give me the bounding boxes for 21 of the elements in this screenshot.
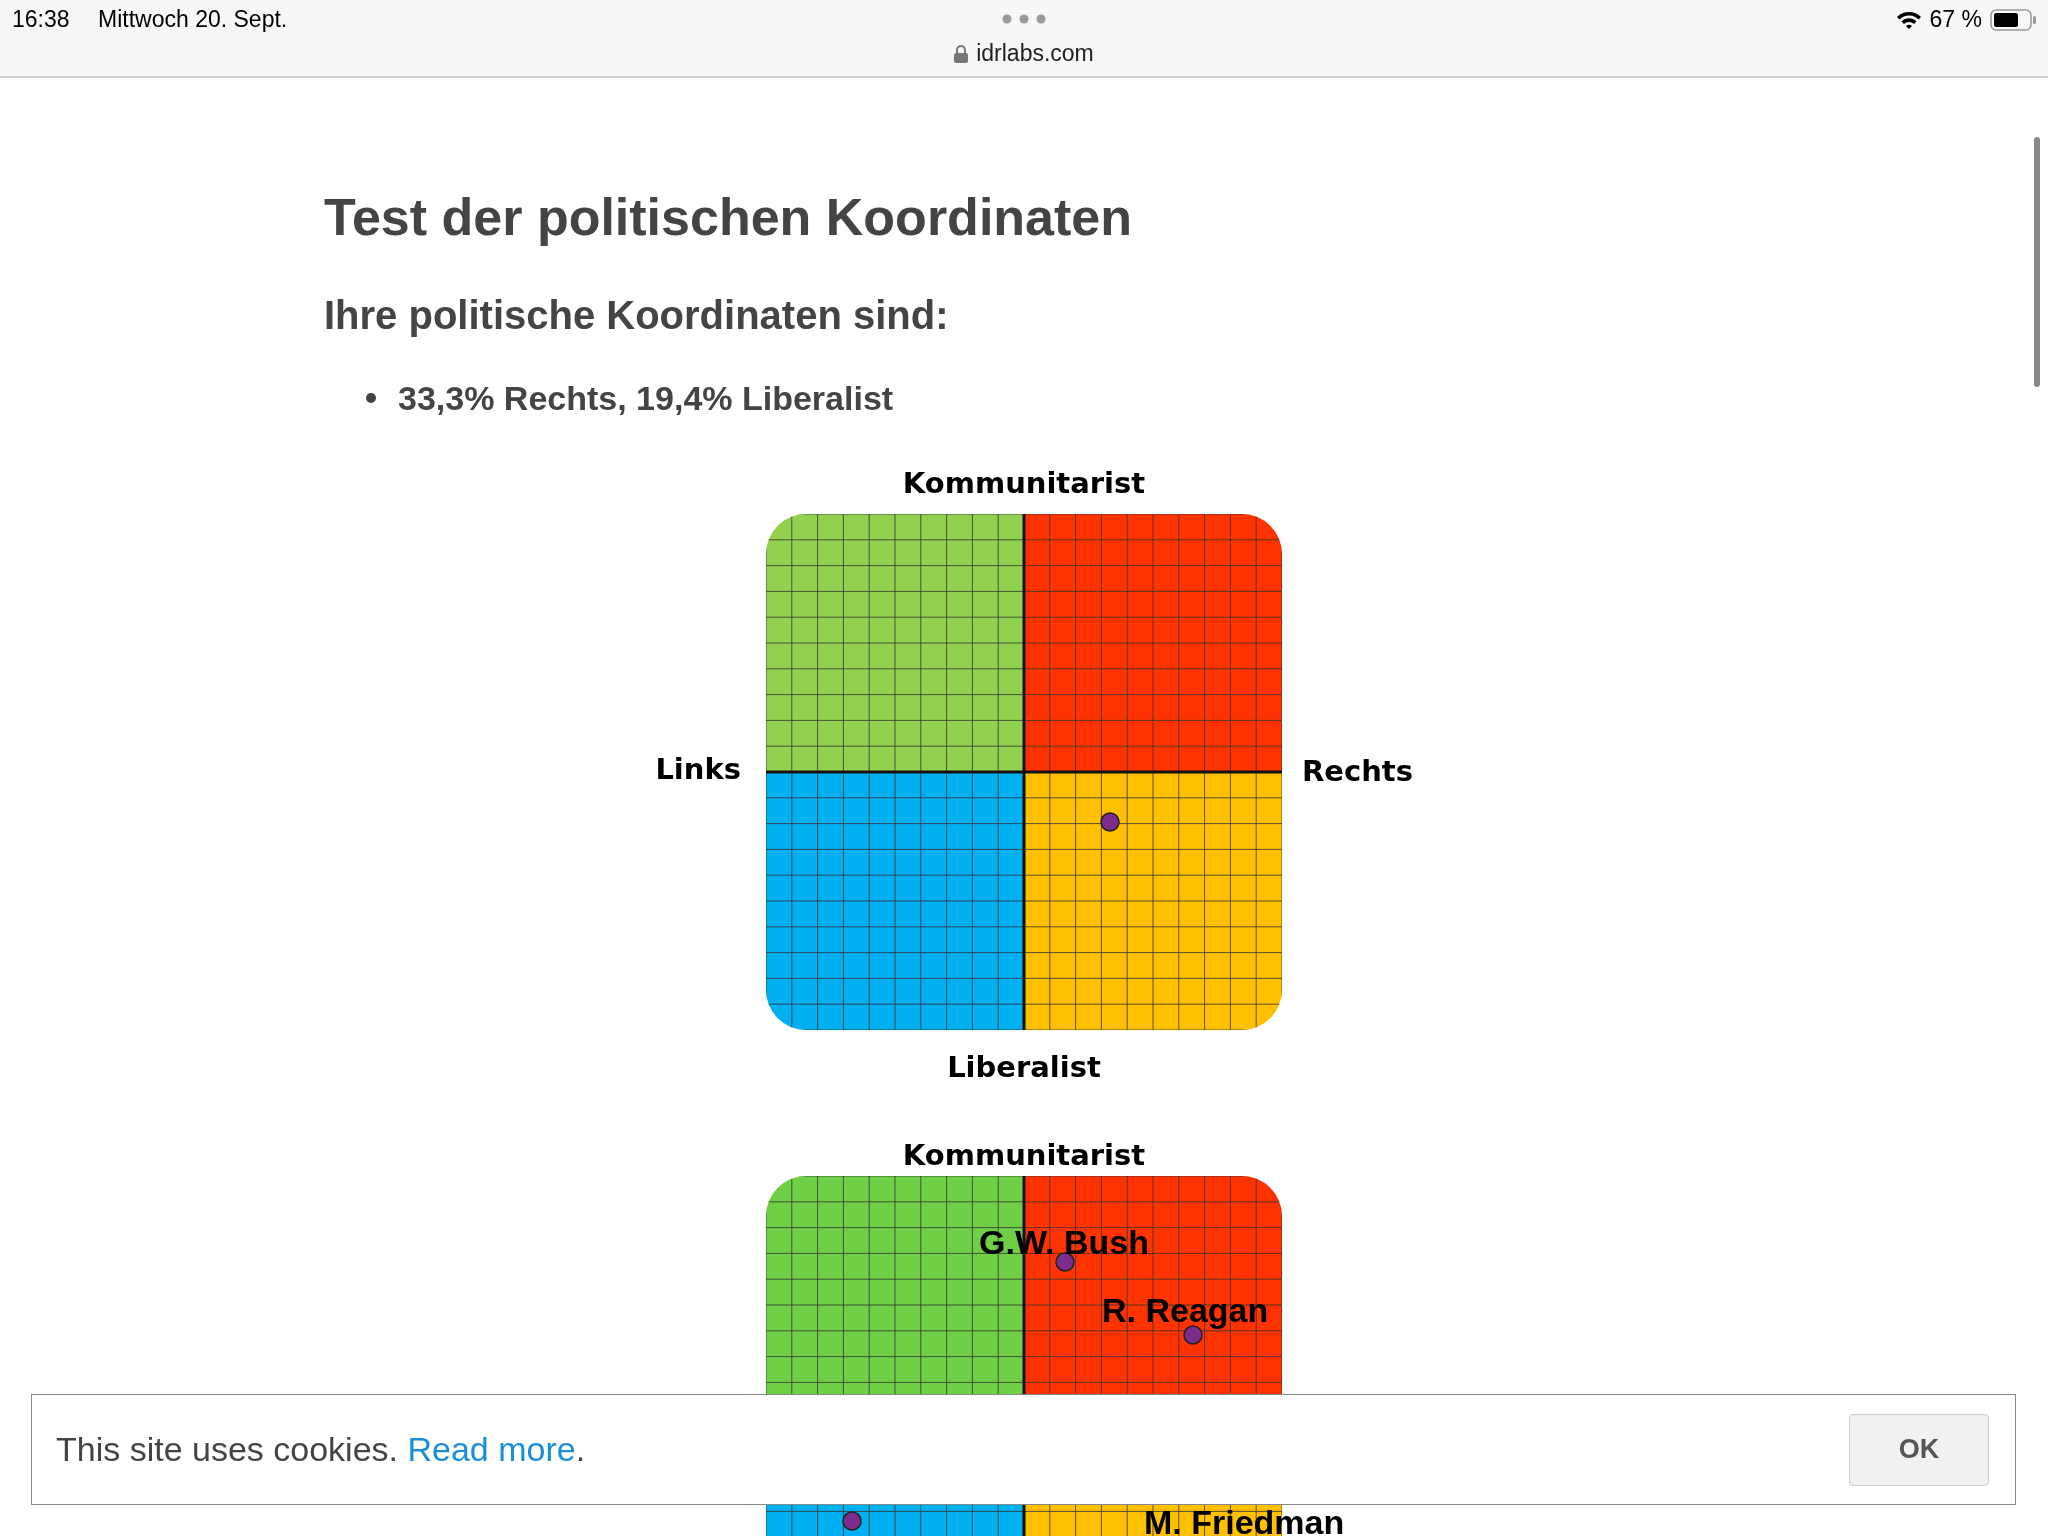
axis-label: Rechts (1302, 753, 1413, 790)
bullet-icon (366, 393, 376, 403)
battery-icon (1990, 8, 2036, 31)
lock-icon (954, 44, 969, 63)
status-date: Mittwoch 20. Sept. (98, 6, 288, 33)
axis-label: Kommunitarist (902, 1137, 1146, 1174)
url-text[interactable]: idrlabs.com (976, 40, 1094, 67)
scrollbar[interactable] (2034, 137, 2040, 387)
ok-button[interactable]: OK (1849, 1413, 1989, 1486)
results-heading: Ihre politische Koordinaten sind: (324, 292, 950, 339)
axis-label: Kommunitarist (902, 465, 1146, 502)
read-more-link[interactable]: Read more (407, 1430, 576, 1468)
cookie-notice-text: This site uses cookies. Read more. (56, 1430, 586, 1469)
wifi-icon (1895, 9, 1922, 30)
more-dots-icon[interactable] (1002, 14, 1046, 24)
page-title: Test der politischen Koordinaten (324, 187, 1133, 248)
axis-label: Liberalist (947, 1049, 1101, 1086)
status-time: 16:38 (12, 6, 70, 33)
axis-label: Links (655, 751, 741, 788)
result-text: 33,3% Rechts, 19,4% Liberalist (398, 378, 894, 419)
battery-percent: 67 % (1929, 6, 1982, 33)
